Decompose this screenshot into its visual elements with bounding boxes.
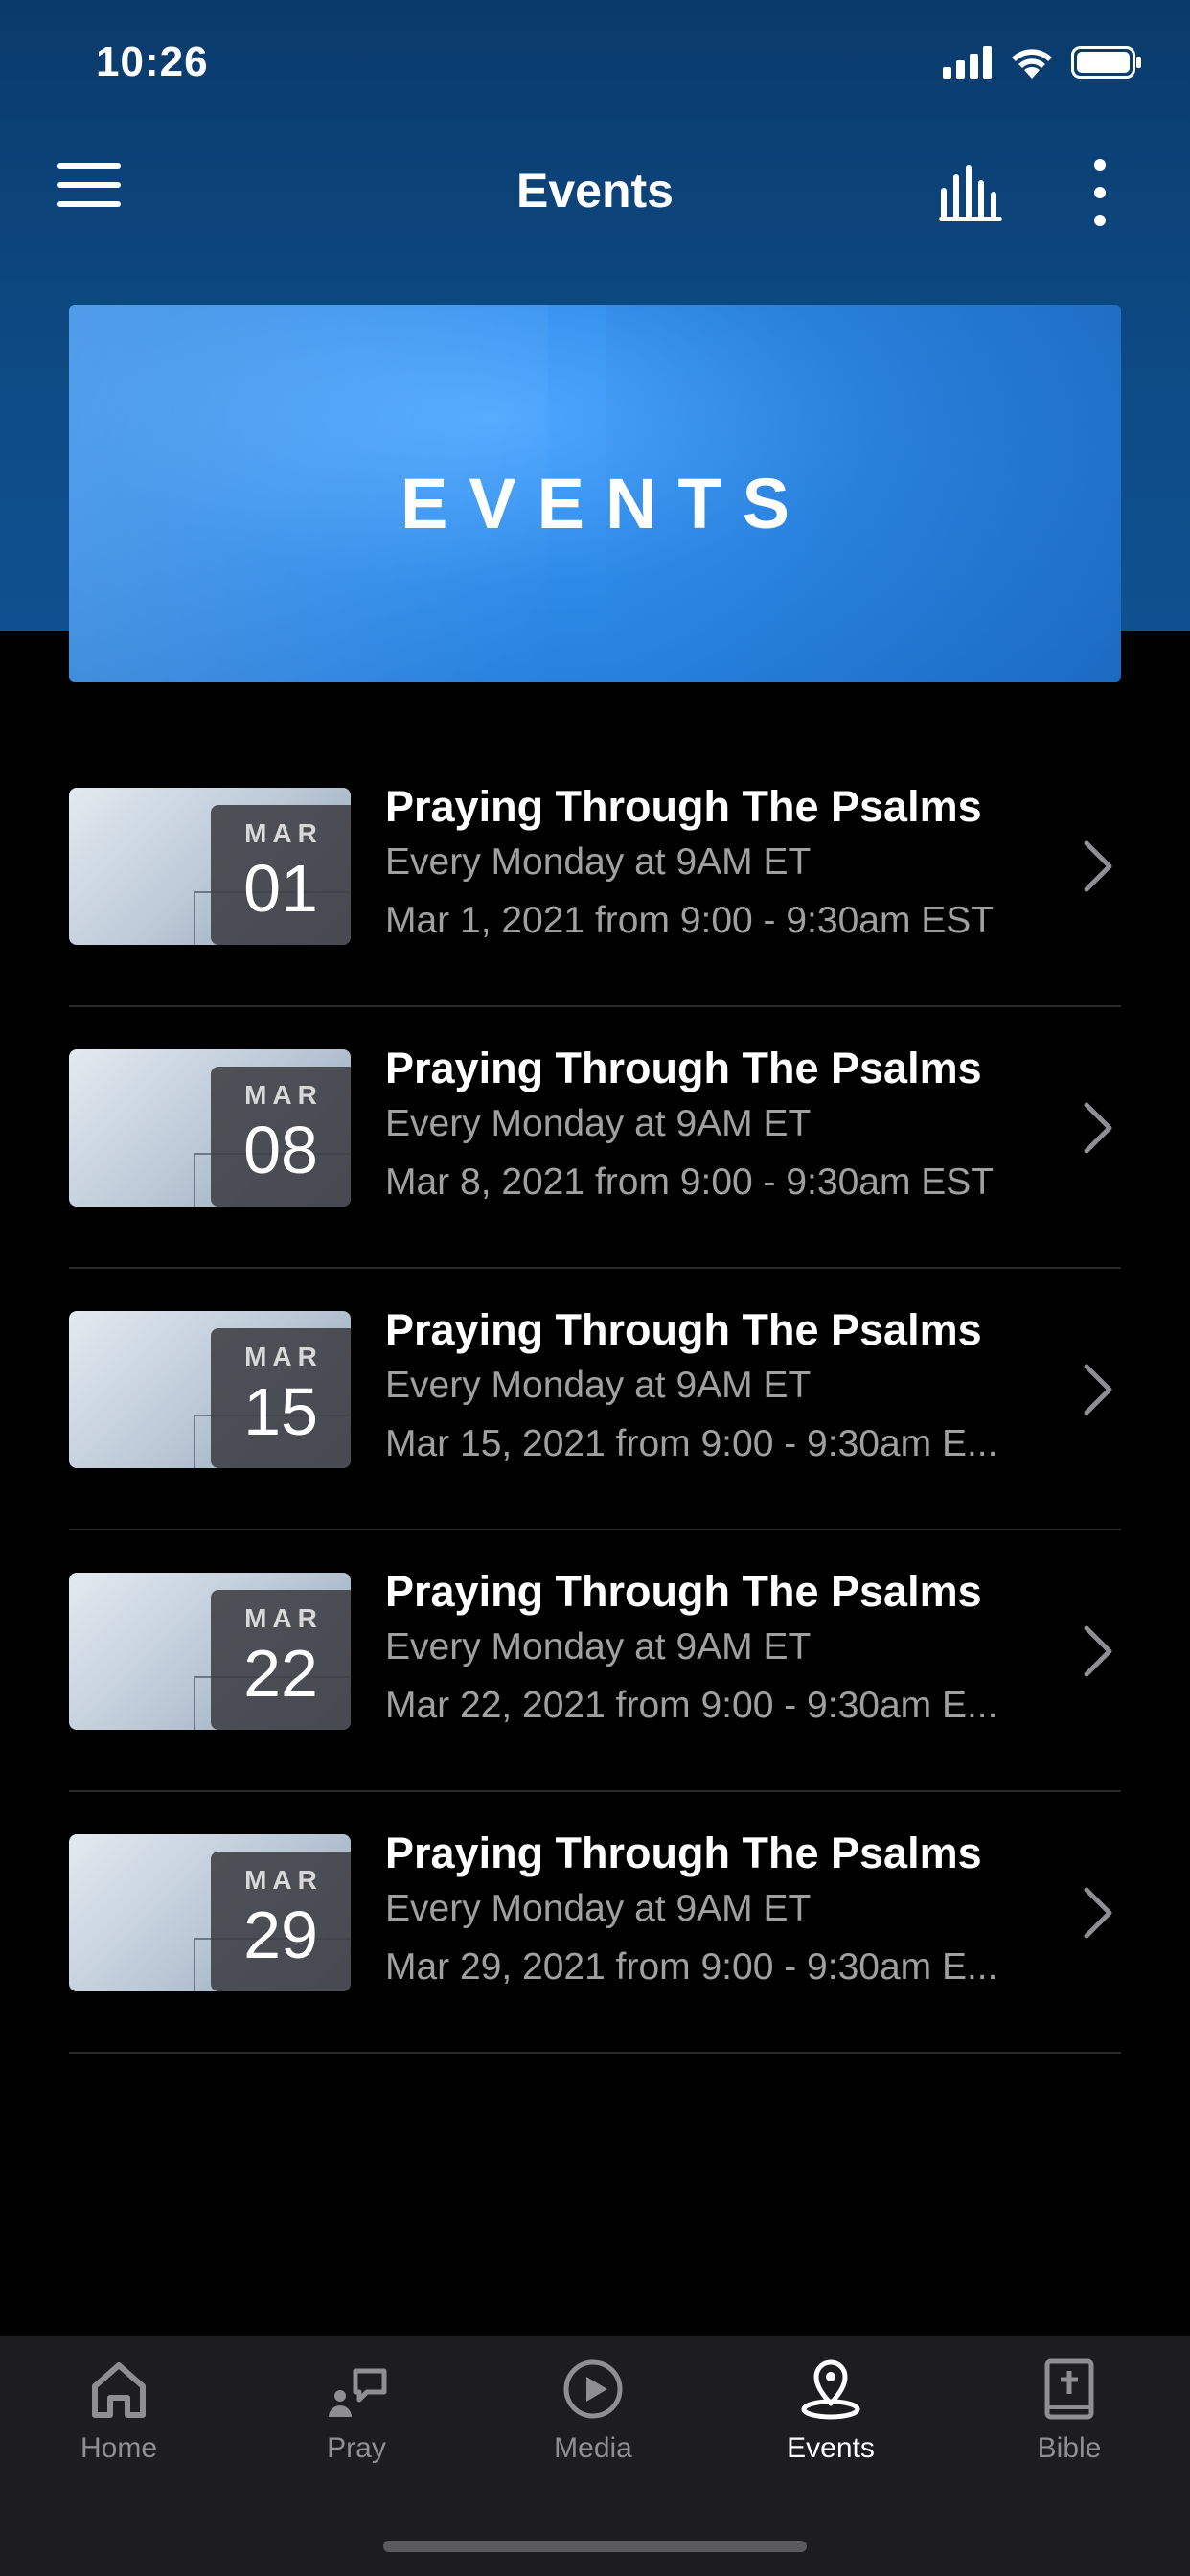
tab-label: Home [80, 2432, 158, 2464]
event-title: Praying Through The Psalms [385, 1044, 982, 1092]
status-time: 10:26 [96, 38, 209, 85]
date-day: 22 [243, 1636, 318, 1711]
event-list-item[interactable]: MAR 29 Praying Through The Psalms Every … [69, 1792, 1121, 2054]
event-date: Mar 22, 2021 from 9:00 - 9:30am E... [385, 1685, 998, 1726]
audio-bars-icon [939, 165, 1002, 221]
wifi-icon [1012, 49, 1052, 79]
tab-media[interactable]: Media [497, 2356, 689, 2499]
play-circle-icon [563, 2359, 623, 2419]
event-list-item[interactable]: MAR 08 Praying Through The Psalms Every … [69, 1007, 1121, 1269]
event-thumbnail: MAR 29 [69, 1834, 351, 1991]
event-list-item[interactable]: MAR 15 Praying Through The Psalms Every … [69, 1269, 1121, 1530]
tab-home[interactable]: Home [23, 2356, 215, 2499]
event-date: Mar 8, 2021 from 9:00 - 9:30am EST [385, 1162, 995, 1203]
event-list: MAR 01 Praying Through The Psalms Every … [69, 746, 1121, 2054]
event-title: Praying Through The Psalms [385, 782, 982, 831]
tab-pray[interactable]: Pray [261, 2356, 452, 2499]
chevron-right-icon [1084, 840, 1112, 892]
date-month: MAR [244, 1080, 323, 1110]
event-list-item[interactable]: MAR 22 Praying Through The Psalms Every … [69, 1530, 1121, 1792]
tab-events[interactable]: Events [735, 2356, 927, 2499]
home-icon [92, 2362, 146, 2418]
event-title: Praying Through The Psalms [385, 1828, 982, 1877]
tab-label: Media [554, 2432, 632, 2464]
event-date: Mar 29, 2021 from 9:00 - 9:30am E... [385, 1946, 998, 1988]
more-dot-icon [1094, 187, 1106, 198]
chevron-right-icon [1084, 1887, 1112, 1939]
event-text: Praying Through The Psalms Every Monday … [385, 1565, 1056, 1736]
event-recurrence: Every Monday at 9AM ET [385, 1888, 812, 1929]
date-badge: MAR 08 [211, 1067, 351, 1207]
status-bar: 10:26 [0, 0, 1190, 134]
event-thumbnail: MAR 01 [69, 788, 351, 945]
more-options-button[interactable] [1083, 159, 1117, 226]
audio-bars-button[interactable] [937, 165, 1008, 222]
date-month: MAR [244, 1342, 323, 1371]
event-thumbnail: MAR 22 [69, 1573, 351, 1730]
event-text: Praying Through The Psalms Every Monday … [385, 1827, 1056, 1997]
date-badge: MAR 29 [211, 1852, 351, 1991]
event-date: Mar 1, 2021 from 9:00 - 9:30am EST [385, 900, 995, 941]
cellular-signal-icon [943, 46, 992, 79]
event-thumbnail: MAR 15 [69, 1311, 351, 1468]
event-recurrence: Every Monday at 9AM ET [385, 1626, 812, 1668]
date-month: MAR [244, 1603, 323, 1633]
chevron-right-icon [1084, 1102, 1112, 1154]
event-recurrence: Every Monday at 9AM ET [385, 1103, 812, 1144]
event-recurrence: Every Monday at 9AM ET [385, 841, 812, 883]
date-day: 01 [243, 851, 318, 926]
more-dot-icon [1094, 215, 1106, 226]
date-badge: MAR 22 [211, 1590, 351, 1730]
battery-icon [1071, 46, 1141, 79]
date-day: 29 [243, 1898, 318, 1972]
events-banner: EVENTS [69, 305, 1121, 682]
bible-icon [1044, 2358, 1094, 2420]
date-badge: MAR 01 [211, 805, 351, 945]
pray-icon [329, 2368, 387, 2417]
event-text: Praying Through The Psalms Every Monday … [385, 1042, 1056, 1212]
more-dot-icon [1094, 159, 1106, 171]
event-text: Praying Through The Psalms Every Monday … [385, 1303, 1056, 1474]
tab-label: Pray [327, 2432, 386, 2464]
date-day: 15 [243, 1374, 318, 1449]
map-pin-icon [801, 2359, 860, 2420]
navigation-bar: Events [0, 144, 1190, 240]
event-thumbnail: MAR 08 [69, 1049, 351, 1207]
home-indicator[interactable] [383, 2541, 807, 2552]
chevron-right-icon [1084, 1364, 1112, 1415]
event-list-item[interactable]: MAR 01 Praying Through The Psalms Every … [69, 746, 1121, 1007]
chevron-right-icon [1084, 1625, 1112, 1677]
tab-bible[interactable]: Bible [973, 2356, 1165, 2499]
event-text: Praying Through The Psalms Every Monday … [385, 780, 1056, 951]
date-month: MAR [244, 818, 323, 848]
event-title: Praying Through The Psalms [385, 1305, 982, 1354]
tab-label: Bible [1037, 2432, 1102, 2464]
page-title: Events [516, 164, 674, 218]
tab-label: Events [787, 2432, 875, 2464]
banner-title: EVENTS [400, 464, 812, 543]
event-recurrence: Every Monday at 9AM ET [385, 1365, 812, 1406]
date-day: 08 [243, 1113, 318, 1187]
date-month: MAR [244, 1865, 323, 1895]
event-title: Praying Through The Psalms [385, 1567, 982, 1616]
event-date: Mar 15, 2021 from 9:00 - 9:30am E... [385, 1423, 998, 1464]
status-icons [943, 46, 1142, 79]
date-badge: MAR 15 [211, 1328, 351, 1468]
